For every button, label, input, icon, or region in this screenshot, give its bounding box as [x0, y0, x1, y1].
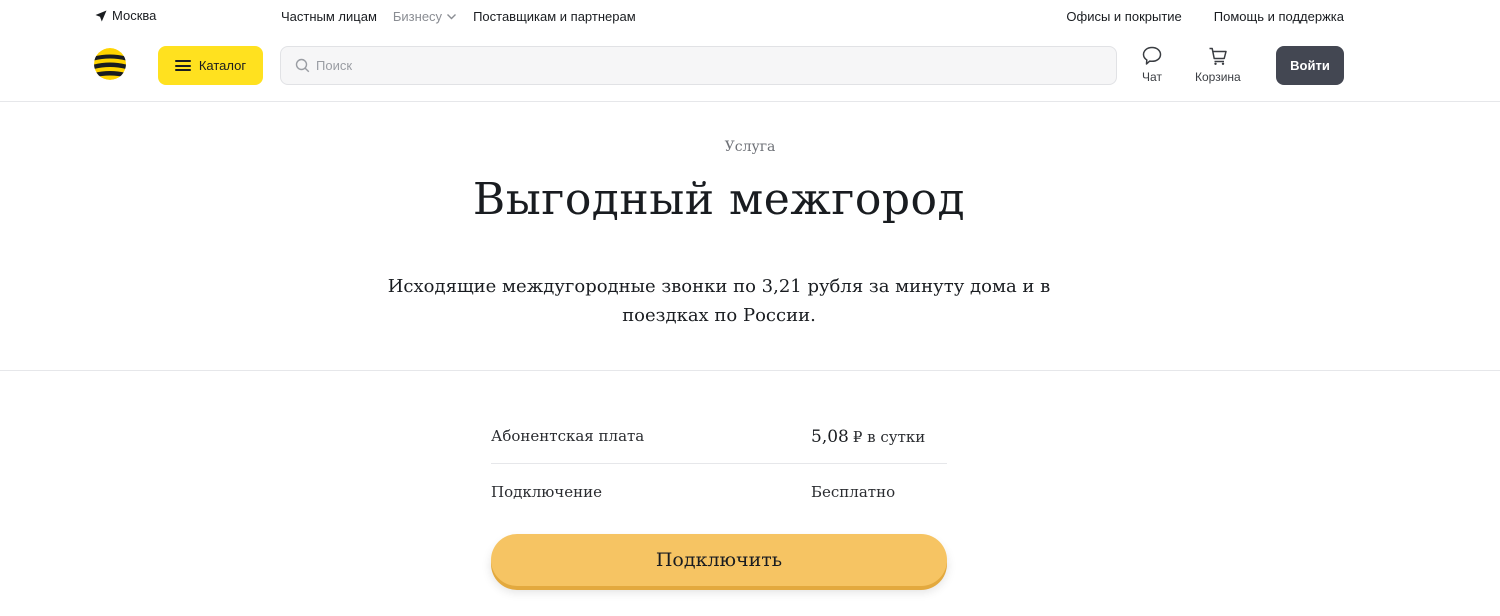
service-eyebrow: Услуга: [724, 139, 776, 155]
catalog-label: Каталог: [198, 58, 247, 73]
segment-business[interactable]: Бизнесу: [393, 9, 457, 24]
chat-icon: [1142, 46, 1162, 65]
login-button[interactable]: Войти: [1276, 46, 1344, 85]
city-selector[interactable]: Москва: [95, 8, 156, 23]
segment-private[interactable]: Частным лицам: [281, 9, 377, 24]
fee-amount: 5,08: [811, 427, 849, 447]
offices-link[interactable]: Офисы и покрытие: [1066, 9, 1181, 24]
search-input[interactable]: [316, 58, 1096, 73]
main-header: Каталог Чат Корзина Войти: [0, 32, 1500, 102]
top-bar: Москва Частным лицам Бизнесу Поставщикам…: [0, 0, 1500, 32]
search-icon: [295, 58, 310, 73]
service-description: Исходящие междугородные звонки по 3,21 р…: [387, 276, 1051, 326]
cart-label: Корзина: [1195, 70, 1241, 84]
help-link[interactable]: Помощь и поддержка: [1214, 9, 1344, 24]
segment-partners[interactable]: Поставщикам и партнерам: [473, 9, 636, 24]
top-links: Офисы и покрытие Помощь и поддержка: [1066, 9, 1344, 24]
connect-button[interactable]: Подключить: [491, 534, 947, 586]
chat-label: Чат: [1142, 70, 1162, 84]
connection-label: Подключение: [491, 483, 602, 501]
fee-row: Абонентская плата 5,08 ₽ в сутки: [491, 409, 947, 464]
location-arrow-icon: [95, 10, 107, 21]
fee-unit: ₽ в сутки: [852, 428, 926, 446]
fee-value: 5,08 ₽ в сутки: [811, 427, 925, 447]
search-box[interactable]: [280, 46, 1117, 85]
catalog-button[interactable]: Каталог: [158, 46, 263, 85]
chevron-down-icon: [447, 14, 457, 20]
service-hero: Услуга Выгодный межгород Исходящие между…: [0, 102, 1500, 371]
cart-button[interactable]: Корзина: [1195, 45, 1241, 84]
segment-business-label: Бизнесу: [392, 9, 443, 24]
menu-icon: [174, 60, 191, 71]
connection-value: Бесплатно: [811, 483, 896, 501]
city-label: Москва: [112, 8, 157, 23]
fee-label: Абонентская плата: [491, 427, 645, 445]
tariff-details: Абонентская плата 5,08 ₽ в сутки Подключ…: [491, 409, 947, 520]
page-title: Выгодный межгород: [472, 174, 966, 225]
segment-nav: Частным лицам Бизнесу Поставщикам и парт…: [281, 9, 636, 24]
connection-row: Подключение Бесплатно: [491, 464, 947, 520]
cart-icon: [1209, 47, 1227, 65]
chat-button[interactable]: Чат: [1141, 45, 1163, 84]
beeline-logo[interactable]: [94, 48, 126, 80]
